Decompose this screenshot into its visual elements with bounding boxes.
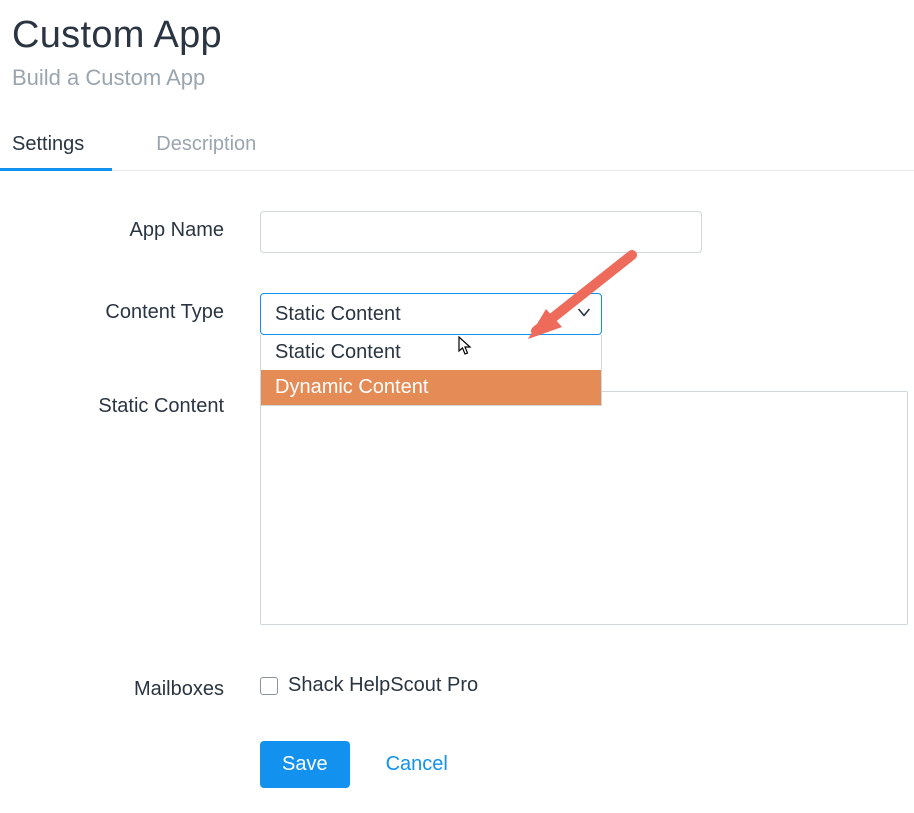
page-title: Custom App	[12, 14, 914, 57]
content-type-dropdown: Static Content Dynamic Content	[260, 335, 602, 406]
cancel-button[interactable]: Cancel	[386, 753, 448, 776]
option-static-content[interactable]: Static Content	[261, 335, 601, 370]
page-subtitle: Build a Custom App	[12, 65, 914, 91]
app-name-input[interactable]	[260, 211, 702, 253]
static-content-textarea[interactable]	[260, 391, 908, 625]
mailboxes-label: Mailboxes	[12, 670, 260, 701]
tabs: Settings Description	[0, 121, 914, 171]
tab-description[interactable]: Description	[156, 121, 256, 170]
mailbox-checkbox[interactable]	[260, 677, 278, 695]
app-name-label: App Name	[12, 211, 260, 242]
save-button[interactable]: Save	[260, 741, 350, 788]
mailbox-item-label: Shack HelpScout Pro	[288, 674, 478, 697]
form-body: App Name Content Type Static Content Sta…	[12, 171, 914, 788]
content-type-selected: Static Content	[275, 303, 401, 326]
option-dynamic-content[interactable]: Dynamic Content	[261, 370, 601, 405]
tab-settings[interactable]: Settings	[12, 121, 84, 170]
content-type-select[interactable]: Static Content	[260, 293, 602, 335]
content-type-label: Content Type	[12, 293, 260, 324]
static-content-label: Static Content	[12, 391, 260, 418]
chevron-down-icon	[577, 303, 591, 326]
